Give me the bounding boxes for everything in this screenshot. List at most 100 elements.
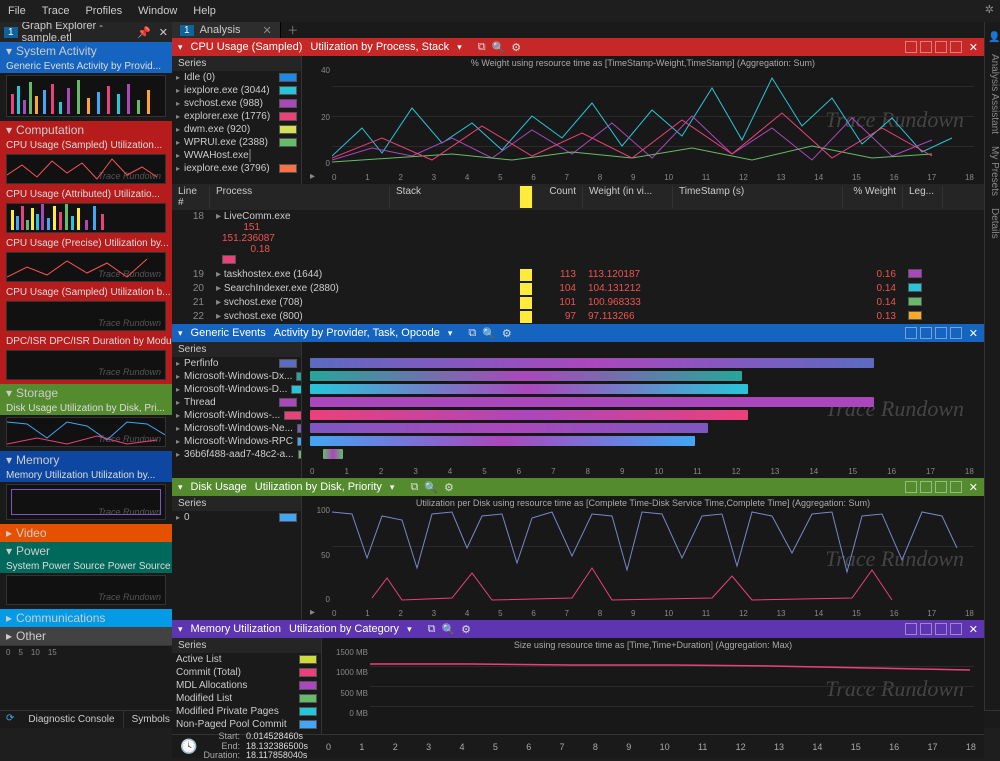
tab-analysis[interactable]: 1 Analysis ✕ xyxy=(172,22,281,38)
menu-help[interactable]: Help xyxy=(193,5,216,17)
gear-icon[interactable]: ⚙ xyxy=(444,481,454,494)
series-item[interactable]: ▸Microsoft-Windows-Dx... xyxy=(172,370,301,383)
gear-icon[interactable]: ⚙ xyxy=(461,623,471,636)
gear-icon[interactable]: ⚙ xyxy=(502,327,512,340)
layout-btn[interactable] xyxy=(920,41,932,53)
group-storage[interactable]: ▾Storage xyxy=(0,384,172,402)
search-icon[interactable]: 🔍 xyxy=(441,623,455,636)
thumb-cpu-sampled[interactable]: Trace Rundown xyxy=(6,154,166,184)
series-item[interactable]: ▸Microsoft-Windows-D... xyxy=(172,383,301,396)
series-item[interactable]: ▸dwm.exe (920) xyxy=(172,123,301,136)
series-item[interactable]: ▸36b6f488-aad7-48c2-a... xyxy=(172,448,301,461)
layout-btn[interactable] xyxy=(935,41,947,53)
group-system-activity[interactable]: ▾ System Activity xyxy=(0,42,172,60)
series-item[interactable]: ▸svchost.exe (988) xyxy=(172,97,301,110)
event-bar[interactable] xyxy=(310,436,695,446)
series-item[interactable]: ▸Microsoft-Windows-RPC xyxy=(172,435,301,448)
event-bar[interactable] xyxy=(310,397,874,407)
cpu-data-table[interactable]: Line # Process Stack Count Weight (in vi… xyxy=(172,184,984,324)
thumb-cpu-precise[interactable]: Trace Rundown xyxy=(6,252,166,282)
event-bar[interactable] xyxy=(310,371,742,381)
diagnostic-console-button[interactable]: Diagnostic Console xyxy=(20,711,123,728)
thumb-system-activity[interactable] xyxy=(6,75,166,117)
event-bar[interactable] xyxy=(323,449,343,459)
menu-file[interactable]: File xyxy=(8,5,26,17)
close-icon[interactable]: ✕ xyxy=(969,623,978,636)
close-icon[interactable]: ✕ xyxy=(263,24,272,37)
table-row[interactable]: 21▸ svchost.exe (708)101100.9683330.14 xyxy=(172,296,984,310)
group-power[interactable]: ▾Power xyxy=(0,542,172,560)
series-item[interactable]: ▸Idle (0) xyxy=(172,71,301,84)
layout-btn[interactable] xyxy=(905,41,917,53)
series-item[interactable]: ▸explorer.exe (1776) xyxy=(172,110,301,123)
series-item[interactable]: Active List xyxy=(172,653,321,666)
subgroup-label[interactable]: CPU Usage (Attributed) Utilizatio... xyxy=(0,188,172,201)
close-icon[interactable]: ✕ xyxy=(159,26,168,39)
close-icon[interactable]: ✕ xyxy=(969,481,978,494)
chevron-right-icon[interactable]: ▸ xyxy=(310,171,315,182)
thumb-memory[interactable]: Trace Rundown xyxy=(6,484,166,520)
event-bar[interactable] xyxy=(310,423,708,433)
filter-icon[interactable]: ⧉ xyxy=(410,481,418,494)
clock-icon[interactable]: 🕓 xyxy=(180,738,197,755)
rail-my-presets[interactable]: My Presets xyxy=(985,146,1000,196)
rail-analysis-assistant[interactable]: Analysis Assistant xyxy=(985,54,1000,134)
event-bar[interactable] xyxy=(310,410,748,420)
series-item[interactable]: ▸iexplore.exe (3796) xyxy=(172,162,301,175)
menu-window[interactable]: Window xyxy=(138,5,177,17)
subgroup-label[interactable]: System Power Source Power Source xyxy=(0,560,172,573)
series-item[interactable]: Commit (Total) xyxy=(172,666,321,679)
search-icon[interactable]: 🔍 xyxy=(482,327,496,340)
subgroup-label[interactable]: Disk Usage Utilization by Disk, Pri... xyxy=(0,402,172,415)
rail-details[interactable]: Details xyxy=(985,208,1000,239)
thumb-cpu-attributed[interactable] xyxy=(6,203,166,233)
table-row[interactable]: 22▸ svchost.exe (800)9797.1132660.13 xyxy=(172,310,984,324)
subgroup-label[interactable]: Memory Utilization Utilization by... xyxy=(0,469,172,482)
gear-icon[interactable]: ⚙ xyxy=(511,41,521,54)
menu-trace[interactable]: Trace xyxy=(42,5,70,17)
refresh-icon[interactable]: ⟳ xyxy=(0,711,20,728)
group-memory[interactable]: ▾Memory xyxy=(0,451,172,469)
group-computation[interactable]: ▾ Computation xyxy=(0,121,172,139)
subgroup-label[interactable]: Generic Events Activity by Provid... xyxy=(0,60,172,73)
event-bar[interactable] xyxy=(310,358,874,368)
series-item[interactable]: ▸Microsoft-Windows-... xyxy=(172,409,301,422)
series-item[interactable]: Modified List xyxy=(172,692,321,705)
group-other[interactable]: ▸Other xyxy=(0,627,172,645)
series-item[interactable]: ▸WWAHost.exe xyxy=(172,149,301,162)
table-row[interactable]: 19▸ taskhostex.exe (1644)113113.1201870.… xyxy=(172,268,984,282)
group-communications[interactable]: ▸Communications xyxy=(0,609,172,627)
filter-icon[interactable]: ⧉ xyxy=(468,327,476,340)
memory-chart[interactable]: Size using resource time as [Time,Time+D… xyxy=(322,638,984,734)
close-icon[interactable]: ✕ xyxy=(969,41,978,54)
subgroup-label[interactable]: CPU Usage (Sampled) Utilization... xyxy=(0,139,172,152)
new-tab-button[interactable]: ＋ xyxy=(281,22,305,38)
series-item[interactable]: MDL Allocations xyxy=(172,679,321,692)
thumb-dpc-isr[interactable]: Trace Rundown xyxy=(6,350,166,380)
series-item[interactable]: ▸iexplore.exe (3044) xyxy=(172,84,301,97)
event-bar[interactable] xyxy=(310,384,748,394)
menu-profiles[interactable]: Profiles xyxy=(85,5,122,17)
close-icon[interactable]: ✕ xyxy=(969,327,978,340)
disk-chart[interactable]: Utilization per Disk using resource time… xyxy=(302,496,984,620)
search-icon[interactable]: 🔍 xyxy=(492,41,506,54)
chevron-down-icon[interactable]: ▾ xyxy=(178,42,183,53)
subgroup-label[interactable]: DPC/ISR DPC/ISR Duration by Modu... xyxy=(0,335,172,348)
series-item[interactable]: ▸WPRUI.exe (2388) xyxy=(172,136,301,149)
maximize-btn[interactable] xyxy=(950,41,962,53)
table-row[interactable]: 18▸ LiveComm.exe 151151.2360870.18 xyxy=(172,210,984,268)
events-chart[interactable]: Trace Rundown 01234567891011121314151617… xyxy=(302,342,984,478)
series-item[interactable]: ▸Perfinfo xyxy=(172,357,301,370)
thumb-power[interactable]: Trace Rundown xyxy=(6,575,166,605)
series-item[interactable]: Modified Private Pages xyxy=(172,705,321,718)
filter-icon[interactable]: ⧉ xyxy=(478,41,486,54)
search-icon[interactable]: 🔍 xyxy=(424,481,438,494)
subgroup-label[interactable]: CPU Usage (Sampled) Utilization b... xyxy=(0,286,172,299)
series-item[interactable]: ▸Microsoft-Windows-Ne... xyxy=(172,422,301,435)
settings-icon[interactable]: ✲ xyxy=(985,3,994,16)
chevron-right-icon[interactable]: ▸ xyxy=(310,607,315,618)
cpu-chart[interactable]: % Weight using resource time as [TimeSta… xyxy=(302,56,984,184)
pin-icon[interactable]: 📌 xyxy=(137,26,151,39)
filter-icon[interactable]: ⧉ xyxy=(428,623,436,636)
series-item[interactable]: ▸Thread xyxy=(172,396,301,409)
